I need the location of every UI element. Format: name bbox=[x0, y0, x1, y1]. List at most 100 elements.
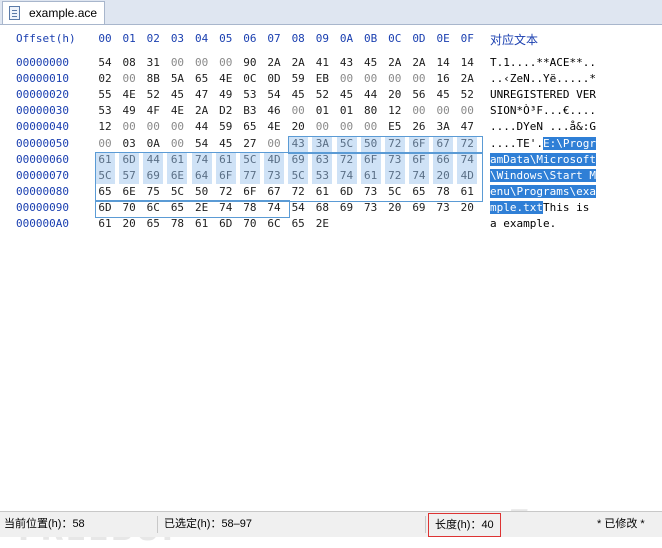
hex-byte[interactable]: 49 bbox=[119, 103, 139, 119]
hex-byte[interactable]: 53 bbox=[95, 103, 115, 119]
hex-byte[interactable]: 3A bbox=[433, 119, 453, 135]
hex-byte[interactable]: 65 bbox=[192, 71, 212, 87]
hex-byte[interactable]: 6C bbox=[143, 200, 163, 216]
hex-byte[interactable]: 72 bbox=[336, 151, 357, 168]
hex-byte[interactable]: 61 bbox=[192, 216, 212, 232]
hex-byte[interactable]: 2A bbox=[409, 55, 429, 71]
hex-byte[interactable]: 65 bbox=[240, 119, 260, 135]
hex-byte[interactable]: 2A bbox=[288, 55, 308, 71]
hex-byte[interactable]: 65 bbox=[288, 216, 308, 232]
hex-byte[interactable]: 2A bbox=[385, 55, 405, 71]
hex-byte[interactable]: 72 bbox=[457, 135, 478, 152]
hex-byte[interactable]: 12 bbox=[95, 119, 115, 135]
hex-byte[interactable]: 02 bbox=[95, 71, 115, 87]
hex-byte[interactable]: 78 bbox=[433, 184, 453, 200]
text-column[interactable]: ..‹ZeN..Yë.....* bbox=[490, 71, 596, 87]
hex-byte[interactable]: 44 bbox=[361, 87, 381, 103]
hex-byte[interactable]: 6F bbox=[360, 151, 381, 168]
hex-byte[interactable]: 61 bbox=[95, 216, 115, 232]
hex-byte[interactable]: 00 bbox=[361, 71, 381, 87]
hex-byte[interactable]: 78 bbox=[240, 200, 260, 216]
hex-byte[interactable]: 78 bbox=[167, 216, 187, 232]
hex-byte[interactable]: 54 bbox=[288, 200, 308, 216]
hex-byte[interactable]: 45 bbox=[216, 136, 236, 152]
hex-byte[interactable]: 69 bbox=[409, 200, 429, 216]
hex-byte[interactable]: 5C bbox=[288, 167, 309, 184]
hex-byte[interactable]: 20 bbox=[288, 119, 308, 135]
hex-byte[interactable]: 4F bbox=[143, 103, 163, 119]
hex-byte[interactable]: 74 bbox=[191, 151, 212, 168]
hex-byte[interactable]: 3A bbox=[312, 135, 333, 152]
hex-byte[interactable]: 68 bbox=[312, 200, 332, 216]
hex-byte[interactable]: 90 bbox=[240, 55, 260, 71]
hex-byte[interactable]: 6F bbox=[408, 135, 429, 152]
hex-byte[interactable]: 01 bbox=[312, 103, 332, 119]
hex-byte[interactable]: 00 bbox=[95, 136, 115, 152]
hex-byte[interactable]: 59 bbox=[288, 71, 308, 87]
hex-byte[interactable]: 4E bbox=[264, 119, 284, 135]
hex-byte[interactable]: 47 bbox=[192, 87, 212, 103]
hex-byte[interactable]: 5C bbox=[336, 135, 357, 152]
hex-byte[interactable]: 65 bbox=[167, 200, 187, 216]
hex-byte[interactable]: 00 bbox=[143, 119, 163, 135]
text-column[interactable]: a example. bbox=[490, 216, 556, 232]
hex-byte[interactable]: 00 bbox=[167, 55, 187, 71]
hex-byte[interactable]: 6D bbox=[119, 151, 140, 168]
hex-byte[interactable]: 00 bbox=[119, 119, 139, 135]
hex-byte[interactable]: 54 bbox=[95, 55, 115, 71]
hex-byte[interactable]: 54 bbox=[192, 136, 212, 152]
hex-byte[interactable]: 6C bbox=[264, 216, 284, 232]
hex-byte[interactable]: 00 bbox=[264, 136, 284, 152]
hex-byte[interactable]: 2E bbox=[312, 216, 332, 232]
hex-byte[interactable]: 65 bbox=[143, 216, 163, 232]
hex-byte[interactable]: 61 bbox=[95, 151, 115, 168]
hex-byte[interactable]: 20 bbox=[385, 87, 405, 103]
hex-byte[interactable]: 6E bbox=[167, 167, 188, 184]
hex-byte[interactable]: D2 bbox=[216, 103, 236, 119]
hex-byte[interactable]: 73 bbox=[384, 151, 405, 168]
hex-byte[interactable]: 5C bbox=[385, 184, 405, 200]
hex-byte[interactable]: 53 bbox=[240, 87, 260, 103]
hex-byte[interactable]: 0A bbox=[143, 136, 163, 152]
hex-byte[interactable]: 50 bbox=[360, 135, 381, 152]
hex-byte[interactable]: 26 bbox=[409, 119, 429, 135]
text-column[interactable]: enu\Programs\exa bbox=[490, 184, 596, 200]
hex-byte[interactable]: 69 bbox=[143, 167, 164, 184]
hex-byte[interactable]: 00 bbox=[119, 71, 139, 87]
hex-byte[interactable]: 14 bbox=[433, 55, 453, 71]
hex-byte[interactable]: 70 bbox=[240, 216, 260, 232]
hex-byte[interactable]: 00 bbox=[192, 55, 212, 71]
hex-byte[interactable]: 74 bbox=[216, 200, 236, 216]
hex-byte[interactable]: 73 bbox=[264, 167, 285, 184]
hex-byte[interactable]: 72 bbox=[288, 184, 308, 200]
hex-byte[interactable]: 44 bbox=[192, 119, 212, 135]
hex-byte[interactable]: 6F bbox=[215, 167, 236, 184]
hex-byte[interactable]: 44 bbox=[143, 151, 164, 168]
hex-byte[interactable]: 00 bbox=[385, 71, 405, 87]
hex-byte[interactable]: 00 bbox=[361, 119, 381, 135]
hex-byte[interactable]: 0C bbox=[240, 71, 260, 87]
hex-byte[interactable]: 4D bbox=[264, 151, 285, 168]
hex-byte[interactable]: 00 bbox=[457, 103, 477, 119]
hex-byte[interactable]: 6F bbox=[408, 151, 429, 168]
hex-byte[interactable]: 5C bbox=[167, 184, 187, 200]
text-column[interactable]: amData\Microsoft bbox=[490, 152, 596, 168]
hex-byte[interactable]: 69 bbox=[337, 200, 357, 216]
hex-byte[interactable]: 00 bbox=[433, 103, 453, 119]
hex-byte[interactable]: 00 bbox=[167, 119, 187, 135]
hex-byte[interactable]: 72 bbox=[216, 184, 236, 200]
hex-byte[interactable]: 63 bbox=[312, 151, 333, 168]
text-column[interactable]: SION*Ò³F...€.... bbox=[490, 103, 596, 119]
hex-byte[interactable]: 16 bbox=[433, 71, 453, 87]
hex-byte[interactable]: 54 bbox=[264, 87, 284, 103]
hex-byte[interactable]: 45 bbox=[288, 87, 308, 103]
hex-byte[interactable]: 55 bbox=[95, 87, 115, 103]
hex-byte[interactable]: 74 bbox=[336, 167, 357, 184]
hex-byte[interactable]: 67 bbox=[264, 184, 284, 200]
hex-byte[interactable]: 57 bbox=[119, 167, 140, 184]
hex-byte[interactable]: 4E bbox=[119, 87, 139, 103]
hex-byte[interactable]: 5C bbox=[95, 167, 115, 184]
hex-byte[interactable]: 45 bbox=[361, 55, 381, 71]
text-column[interactable]: T.1....**ACE**.. bbox=[490, 55, 596, 71]
hex-byte[interactable]: 12 bbox=[385, 103, 405, 119]
